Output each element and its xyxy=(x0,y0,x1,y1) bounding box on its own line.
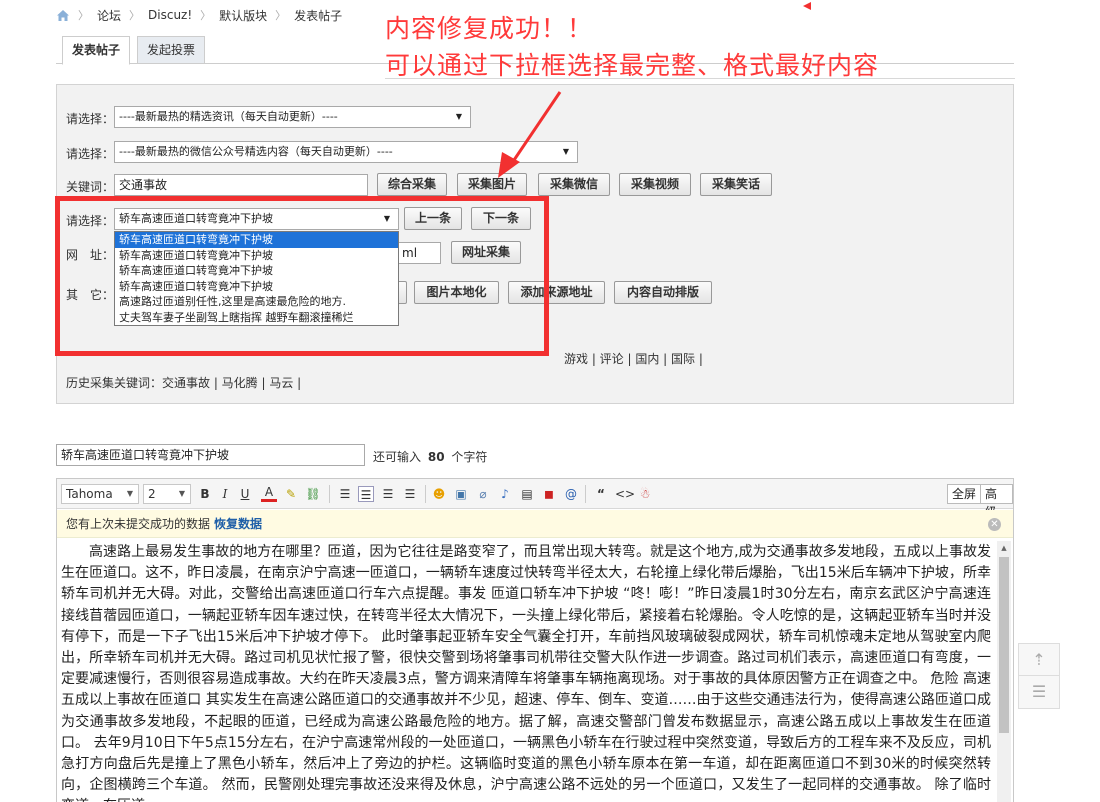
breadcrumb-item[interactable]: 论坛 xyxy=(97,7,121,24)
collect-video-button[interactable]: 采集视频 xyxy=(619,173,691,196)
font-family-select[interactable]: Tahoma ▼ xyxy=(61,484,139,504)
dropdown-option[interactable]: 轿车高速匝道口转弯竟冲下护坡 xyxy=(115,279,398,295)
annotation-text: 内容修复成功！！ 可以通过下拉框选择最完整、格式最好内容 xyxy=(385,10,879,84)
align-center-icon[interactable]: ☰ xyxy=(358,486,374,502)
attachment-icon[interactable]: ⌀ xyxy=(475,486,491,502)
dropdown-arrow-icon: ▼ xyxy=(455,112,462,121)
keyword-input[interactable]: 交通事故 xyxy=(114,174,368,196)
title-remaining: 还可输入 80 个字符 xyxy=(373,448,487,465)
result-select-value: 轿车高速匝道口转弯竟冲下护坡 xyxy=(119,212,273,225)
restore-data-link[interactable]: 恢复数据 xyxy=(214,517,262,531)
breadcrumb-item[interactable]: 默认版块 xyxy=(219,7,267,24)
font-family-value: Tahoma xyxy=(66,487,113,501)
chevron-down-icon: ▼ xyxy=(126,489,133,498)
fullscreen-button[interactable]: 全屏 xyxy=(947,484,982,504)
add-source-button[interactable]: 添加来源地址 xyxy=(508,281,605,304)
font-color-icon[interactable]: A xyxy=(261,486,277,502)
scroll-up-icon[interactable]: ▲ xyxy=(997,541,1011,555)
close-icon[interactable]: ✕ xyxy=(988,518,1001,531)
list-icon[interactable]: ☰ xyxy=(1018,675,1060,709)
common-keywords[interactable]: 游戏 | 评论 | 国内 | 国际 | xyxy=(564,350,703,367)
mention-icon[interactable]: @ xyxy=(563,486,579,502)
draft-notice-text: 您有上次未提交成功的数据 xyxy=(66,517,211,531)
remaining-count: 80 xyxy=(427,450,445,464)
chevron-right-icon: 〉 xyxy=(275,9,287,22)
result-select[interactable]: 轿车高速匝道口转弯竟冲下护坡 ▼ xyxy=(114,208,399,230)
link-icon[interactable]: ⛓ xyxy=(305,486,321,502)
dropdown-option[interactable]: 轿车高速匝道口转弯竟冲下护坡 xyxy=(115,248,398,264)
select1-label: 请选择： xyxy=(66,112,115,126)
rich-text-editor: Tahoma ▼ 2 ▼ B I U A ✎ ⛓ ☰ ☰ ☰ ☰ ☻ ▣ ⌀ ♪ ▤… xyxy=(56,478,1014,802)
history-keywords[interactable]: 历史采集关键词：交通事故 | 马化腾 | 马云 | xyxy=(66,374,301,391)
collect-all-button[interactable]: 综合采集 xyxy=(377,173,447,196)
localize-images-button[interactable]: 图片本地化 xyxy=(414,281,499,304)
back-to-top-icon[interactable]: ⇡ xyxy=(1018,643,1060,677)
keyword-label: 关键词： xyxy=(66,180,115,194)
code-icon[interactable]: <> xyxy=(615,486,635,502)
select2-label: 请选择： xyxy=(66,147,115,161)
collect-jokes-button[interactable]: 采集笑话 xyxy=(700,173,772,196)
mascot-icon[interactable]: ☃ xyxy=(637,486,653,502)
wechat-select-value: ----最新最热的微信公众号精选内容（每天自动更新）---- xyxy=(119,145,393,158)
next-item-button[interactable]: 下一条 xyxy=(471,207,531,230)
result-dropdown-list: 轿车高速匝道口转弯竟冲下护坡 轿车高速匝道口转弯竟冲下护坡 轿车高速匝道口转弯竟… xyxy=(114,231,399,326)
bold-icon[interactable]: B xyxy=(197,486,213,502)
music-icon[interactable]: ♪ xyxy=(497,486,513,502)
breadcrumb-current: 发表帖子 xyxy=(294,8,343,23)
remaining-suffix: 个字符 xyxy=(451,450,488,464)
image-icon[interactable]: ▣ xyxy=(453,486,469,502)
editor-content[interactable]: 高速路上最易发生事故的地方在哪里？匝道，因为它往往是路变窄了，而且常出现大转弯。… xyxy=(61,542,991,802)
scrollbar-thumb[interactable] xyxy=(999,557,1009,733)
annotation-marker-icon xyxy=(803,2,811,10)
flash-icon[interactable]: ◼ xyxy=(541,486,557,502)
align-justify-icon[interactable]: ☰ xyxy=(380,486,396,502)
dropdown-option[interactable]: 轿车高速匝道口转弯竟冲下护坡 xyxy=(115,263,398,279)
draft-notice: 您有上次未提交成功的数据 恢复数据 ✕ xyxy=(57,510,1013,538)
dropdown-option[interactable]: 丈夫驾车妻子坐副驾上瞎指挥 越野车翻滚撞稀烂 xyxy=(115,310,398,326)
url-collect-button[interactable]: 网址采集 xyxy=(451,241,521,264)
tab-new-post[interactable]: 发表帖子 xyxy=(62,36,131,65)
annotation-line-1: 内容修复成功！！ xyxy=(385,14,594,43)
dropdown-arrow-icon: ▼ xyxy=(383,214,390,223)
underline-icon[interactable]: U xyxy=(237,486,253,502)
editor-body-text: 高速路上最易发生事故的地方在哪里？匝道，因为它往往是路变窄了，而且常出现大转弯。… xyxy=(61,544,991,802)
url-label: 网 址： xyxy=(66,248,115,262)
annotation-arrow-icon xyxy=(498,91,562,178)
quote-icon[interactable]: “ xyxy=(593,486,609,502)
divider xyxy=(385,78,1015,79)
toolbar-divider xyxy=(329,485,330,503)
auto-format-button[interactable]: 内容自动排版 xyxy=(614,281,712,304)
news-select[interactable]: ----最新最热的精选资讯（每天自动更新）---- ▼ xyxy=(114,106,471,128)
toolbar-divider xyxy=(585,485,586,503)
post-title-input[interactable]: 轿车高速匝道口转弯竟冲下护坡 xyxy=(56,444,365,466)
other-label: 其 它： xyxy=(66,288,115,302)
editor-toolbar: Tahoma ▼ 2 ▼ B I U A ✎ ⛓ ☰ ☰ ☰ ☰ ☻ ▣ ⌀ ♪ ▤… xyxy=(57,479,1013,519)
align-left-icon[interactable]: ☰ xyxy=(337,486,353,502)
advanced-button[interactable]: 高级 xyxy=(980,484,1013,519)
align-right-icon[interactable]: ☰ xyxy=(402,486,418,502)
prev-item-button[interactable]: 上一条 xyxy=(404,207,462,230)
breadcrumb: 〉 论坛 〉 Discuz! 〉 默认版块 〉 发表帖子 xyxy=(56,6,342,24)
chevron-right-icon: 〉 xyxy=(78,9,89,22)
tab-new-poll[interactable]: 发起投票 xyxy=(137,36,206,64)
chevron-down-icon: ▼ xyxy=(178,489,185,498)
dropdown-option[interactable]: 高速路过匝道别任性,这里是高速最危险的地方. xyxy=(115,294,398,310)
dropdown-option[interactable]: 轿车高速匝道口转弯竟冲下护坡 xyxy=(115,232,398,248)
breadcrumb-item[interactable]: Discuz! xyxy=(148,8,192,22)
chevron-right-icon: 〉 xyxy=(200,9,212,22)
italic-icon[interactable]: I xyxy=(217,486,233,502)
font-size-value: 2 xyxy=(148,487,156,501)
font-size-select[interactable]: 2 ▼ xyxy=(143,484,191,504)
highlight-icon[interactable]: ✎ xyxy=(283,486,299,502)
news-select-value: ----最新最热的精选资讯（每天自动更新）---- xyxy=(119,110,338,123)
video-icon[interactable]: ▤ xyxy=(519,486,535,502)
chevron-right-icon: 〉 xyxy=(129,9,141,22)
toolbar-divider xyxy=(425,485,426,503)
smiley-icon[interactable]: ☻ xyxy=(431,486,447,502)
select3-label: 请选择： xyxy=(66,214,115,228)
editor-scrollbar[interactable]: ▲ xyxy=(997,541,1011,802)
remaining-prefix: 还可输入 xyxy=(373,450,422,464)
home-icon[interactable] xyxy=(56,9,70,22)
